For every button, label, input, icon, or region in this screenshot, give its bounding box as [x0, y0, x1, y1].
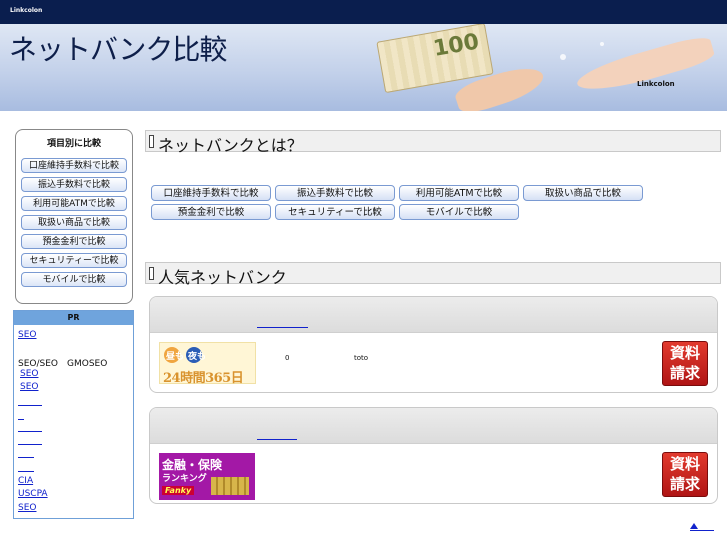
request-docs-button[interactable]: 資料 請求 [662, 341, 708, 386]
card-body: 金融・保険 ランキング Fanky 資料 請求 [150, 448, 717, 503]
compare-button-mobile[interactable]: モバイルで比較 [399, 204, 519, 220]
pr-link[interactable] [18, 444, 42, 445]
pr-link[interactable] [18, 405, 42, 406]
sparkle-icon [600, 42, 604, 46]
site-title[interactable]: ネットバンク比較 [9, 28, 227, 68]
card-value: toto [354, 354, 369, 362]
compare-button-transfer-fee[interactable]: 振込手数料で比較 [275, 185, 395, 201]
menu-item-atm[interactable]: 利用可能ATMで比較 [21, 196, 127, 211]
card-header [150, 297, 717, 333]
menu-item-interest[interactable]: 預金金利で比較 [21, 234, 127, 249]
section-heading: ネットバンクとは？ [145, 130, 721, 155]
heading-marker [149, 267, 154, 280]
pr-link[interactable]: USCPA [18, 489, 48, 499]
arrow-up-icon [690, 523, 698, 529]
menu-item-transfer-fee[interactable]: 振込手数料で比較 [21, 177, 127, 192]
card-value: 0 [285, 354, 290, 362]
page-top-link[interactable] [690, 522, 714, 532]
bank-card: 金融・保険 ランキング Fanky 資料 請求 [149, 407, 718, 504]
header-banner: ネットバンク比較 100 Linkcolon [0, 24, 727, 111]
menu-item-account-fee[interactable]: 口座維持手数料で比較 [21, 158, 127, 173]
card-body: 昼も 夜も 24時間365日 0 toto 資料 請求 [150, 337, 717, 392]
pr-link[interactable]: SEO [20, 369, 38, 379]
hand-image [573, 33, 717, 99]
compare-button-security[interactable]: セキュリティーで比較 [275, 204, 395, 220]
gold-bars-image [211, 477, 249, 495]
pr-link[interactable] [18, 431, 42, 432]
site-label: Linkcolon [10, 7, 43, 14]
pr-link[interactable] [18, 457, 34, 458]
request-docs-button[interactable]: 資料 請求 [662, 452, 708, 497]
pr-link[interactable]: CIA [18, 476, 33, 486]
section-heading: 人気ネットバンク [145, 262, 721, 287]
pr-link[interactable] [18, 471, 34, 472]
top-bar: Linkcolon [0, 0, 727, 24]
card-header [150, 408, 717, 444]
compare-button-atm[interactable]: 利用可能ATMで比較 [399, 185, 519, 201]
pr-link[interactable]: SEO [18, 503, 36, 513]
pr-link[interactable] [18, 419, 24, 420]
bank-name-link[interactable] [257, 327, 308, 328]
compare-menu: 項目別に比較 口座維持手数料で比較 振込手数料で比較 利用可能ATMで比較 取扱… [15, 129, 133, 304]
bank-logo[interactable]: 昼も 夜も 24時間365日 [159, 342, 256, 386]
pr-title: PR [14, 311, 133, 325]
menu-item-mobile[interactable]: モバイルで比較 [21, 272, 127, 287]
pr-link[interactable]: SEO [20, 382, 38, 392]
heading-marker [149, 135, 154, 148]
menu-title: 項目別に比較 [46, 139, 101, 149]
pr-link[interactable]: SEO [18, 330, 36, 340]
brand-label: Linkcolon [637, 80, 675, 88]
bank-name-link[interactable] [257, 439, 297, 440]
bank-card: 昼も 夜も 24時間365日 0 toto 資料 請求 [149, 296, 718, 393]
sparkle-icon [560, 54, 566, 60]
section-title: ネットバンクとは？ [158, 136, 303, 155]
ranking-banner[interactable]: 金融・保険 ランキング Fanky [159, 453, 255, 500]
compare-button-account-fee[interactable]: 口座維持手数料で比較 [151, 185, 271, 201]
menu-item-products[interactable]: 取扱い商品で比較 [21, 215, 127, 230]
section-title: 人気ネットバンク [158, 268, 287, 287]
menu-item-security[interactable]: セキュリティーで比較 [21, 253, 127, 268]
compare-button-interest[interactable]: 預金金利で比較 [151, 204, 271, 220]
pr-box: PR SEO SEO/SEO GMOSEO SEO SEO CIA USCPA … [13, 310, 134, 519]
pr-text: SEO/SEO GMOSEO [18, 359, 108, 369]
compare-button-products[interactable]: 取扱い商品で比較 [523, 185, 643, 201]
